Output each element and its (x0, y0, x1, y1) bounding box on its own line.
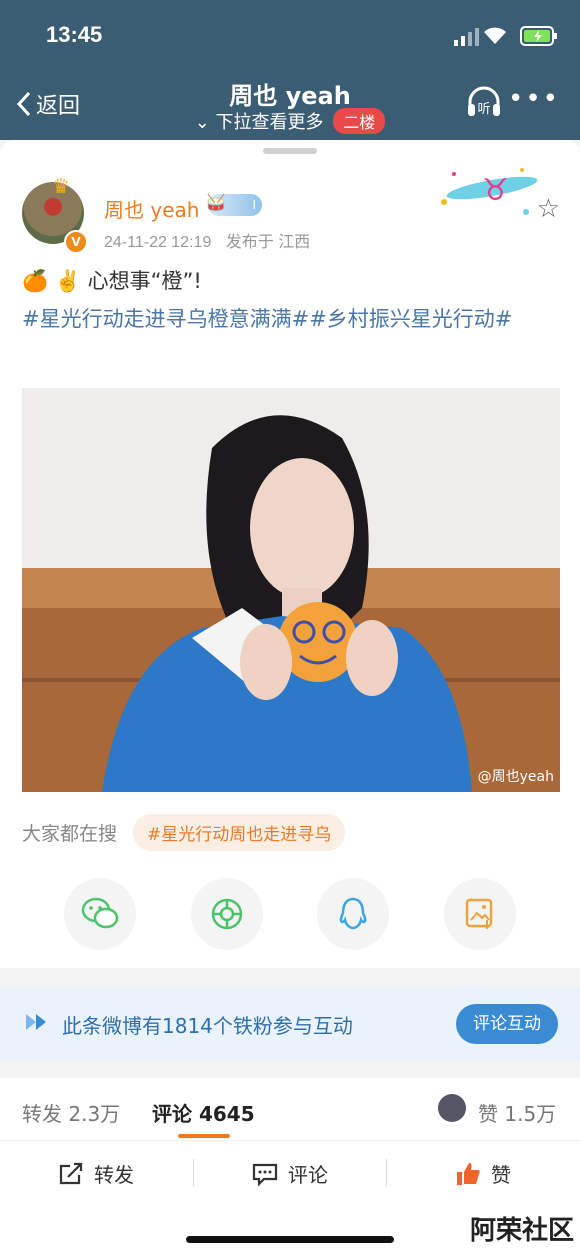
share-qq-button[interactable] (317, 878, 390, 950)
repost-count-label: 转发 (22, 1102, 62, 1126)
repost-label: 转发 (94, 1163, 134, 1187)
save-image-icon (465, 898, 493, 930)
comment-icon (252, 1163, 278, 1186)
share-moments-button[interactable] (190, 878, 263, 950)
fans-banner-text: 此条微博有1814个铁粉参与互动 (62, 1014, 353, 1038)
svg-text:♉: ♉ (482, 173, 509, 208)
post-text: 🍊 ✌️ 心想事“橙”! #星光行动走进寻乌橙意满满##乡村振兴星光行动# (22, 262, 562, 338)
signal-icon (454, 28, 479, 46)
comment-interact-button[interactable]: 评论互动 (456, 1004, 558, 1044)
portrait-image (22, 388, 560, 792)
favorite-star-icon[interactable]: ☆ (537, 194, 560, 224)
more-icon[interactable]: ••• (508, 86, 560, 112)
wechat-icon (81, 897, 119, 929)
post-photo[interactable]: @周也yeah (22, 388, 560, 792)
listen-button[interactable]: 听 (466, 86, 502, 122)
drag-handle[interactable] (263, 148, 317, 154)
corner-watermark: 阿荣社区 (469, 1216, 574, 1246)
fans-banner-icon (26, 1014, 46, 1030)
repost-count-value: 2.3万 (68, 1102, 121, 1126)
repost-count-tab[interactable]: 转发 2.3万 (22, 1098, 120, 1127)
qq-icon (339, 897, 367, 930)
chevron-down-icon: ⌄ (194, 112, 210, 133)
divider (386, 1159, 387, 1187)
repost-button[interactable]: 转发 (58, 1159, 134, 1188)
like-count-value: 1.5万 (504, 1102, 557, 1126)
post-main-text: 🍊 ✌️ 心想事“橙”! (22, 269, 202, 293)
headphone-icon: 听 (468, 86, 500, 117)
post-card: ♛ V 周也 yeah 🥁 I 24-11-22 12:19 发布于 江西 ♉ … (0, 140, 580, 968)
thumbs-up-icon (457, 1162, 480, 1185)
post-meta: 24-11-22 12:19 发布于 江西 (104, 228, 320, 252)
zodiac-deco-icon: ♉ (441, 168, 538, 215)
like-button[interactable]: 赞 (455, 1159, 511, 1188)
home-indicator[interactable] (186, 1236, 394, 1243)
listen-text: 听 (477, 102, 490, 117)
nav-bar: 返回 周也 yeah ⌄ 下拉查看更多 二楼 听 ••• (0, 70, 580, 140)
post-hashtags[interactable]: #星光行动走进寻乌橙意满满##乡村振兴星光行动# (22, 300, 562, 338)
divider (193, 1159, 194, 1187)
like-count-label: 赞 (478, 1102, 498, 1126)
comment-count-tab[interactable]: 评论 4645 (152, 1098, 255, 1127)
hot-search-label: 大家都在搜 (22, 823, 118, 845)
author-name[interactable]: 周也 yeah (104, 194, 199, 223)
status-bar: 13:45 (0, 0, 580, 70)
crown-icon: ♛ (52, 174, 70, 198)
wifi-icon (484, 27, 506, 44)
post-location: 发布于 江西 (225, 234, 311, 251)
floor-badge: 二楼 (333, 108, 386, 134)
level-badge: 🥁 I (206, 193, 262, 216)
hot-search-chip[interactable]: #星光行动周也走进寻乌 (133, 814, 346, 851)
hot-search-row: 大家都在搜 #星光行动周也走进寻乌 (22, 814, 346, 851)
liker-avatar-icon (438, 1094, 466, 1122)
level-text: I (252, 198, 256, 212)
drum-icon: 🥁 (206, 193, 226, 212)
like-count-tab[interactable]: 赞 1.5万 (478, 1098, 556, 1127)
moments-icon (211, 898, 242, 930)
share-save-image-button[interactable] (443, 878, 516, 950)
comment-label: 评论 (288, 1163, 328, 1187)
status-time: 13:45 (46, 22, 103, 47)
battery-icon (520, 26, 557, 46)
share-wechat-button[interactable] (64, 878, 136, 950)
verified-icon: V (64, 230, 88, 254)
fans-banner: 此条微博有1814个铁粉参与互动 评论互动 (0, 986, 580, 1060)
like-label: 赞 (491, 1163, 511, 1187)
post-timestamp: 24-11-22 12:19 (104, 234, 212, 251)
share-row (64, 878, 516, 950)
comment-button[interactable]: 评论 (252, 1159, 328, 1188)
counts-bar: 转发 2.3万 评论 4645 赞 1.5万 (0, 1078, 580, 1140)
active-tab-indicator (178, 1134, 230, 1138)
comment-count-value: 4645 (198, 1102, 255, 1126)
pull-down-label: 下拉查看更多 (215, 112, 324, 133)
repost-icon (59, 1162, 83, 1184)
photo-watermark: @周也yeah (477, 769, 554, 785)
comment-count-label: 评论 (152, 1102, 192, 1126)
